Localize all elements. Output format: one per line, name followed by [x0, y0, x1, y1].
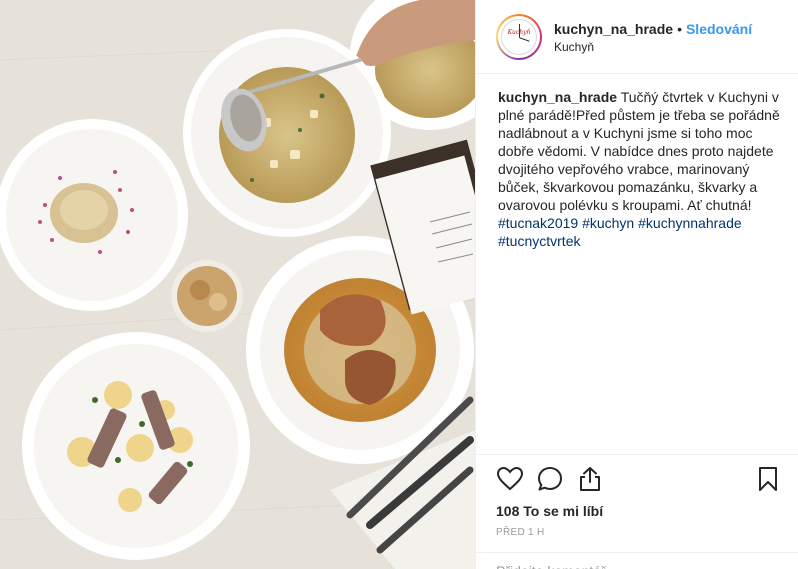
heart-icon[interactable] — [496, 465, 524, 493]
share-icon[interactable] — [576, 465, 604, 493]
post-actions: 108 To se mi líbí PŘED 1 H — [476, 454, 798, 538]
caption: kuchyn_na_hrade Tučňý čtvrtek v Kuchyni … — [476, 74, 798, 454]
hashtag-link[interactable]: #tucnyctvrtek — [498, 233, 580, 249]
post-timestamp[interactable]: PŘED 1 H — [496, 527, 782, 538]
hashtag-link[interactable]: #kuchynnahrade — [638, 215, 742, 231]
post-photo[interactable] — [0, 0, 475, 569]
bookmark-icon[interactable] — [754, 465, 782, 493]
separator-dot: • — [677, 20, 682, 37]
cracklings-glass — [171, 260, 243, 332]
header-username[interactable]: kuchyn_na_hrade — [554, 21, 673, 37]
comment-input[interactable]: Přidejte komentář... — [476, 552, 798, 569]
spread-plate — [0, 119, 188, 311]
hashtag-link[interactable]: #kuchyn — [582, 215, 634, 231]
caption-text: Tučňý čtvrtek v Kuchyni v plné parádě!Př… — [498, 89, 780, 213]
comment-icon[interactable] — [536, 465, 564, 493]
action-icons — [496, 465, 782, 493]
pork-belly-plate — [22, 332, 250, 560]
soup-plate — [183, 29, 391, 237]
hashtag-link[interactable]: #tucnak2019 — [498, 215, 578, 231]
post-location[interactable]: Kuchyň — [554, 40, 752, 54]
avatar[interactable]: Kuchyň — [496, 13, 542, 60]
caption-username[interactable]: kuchyn_na_hrade — [498, 89, 617, 105]
food-photo-illustration — [0, 0, 475, 569]
post-header: Kuchyň kuchyn_na_hrade•Sledování Kuchyň — [476, 0, 798, 74]
likes-count[interactable]: 108 To se mi líbí — [496, 503, 782, 519]
post-side-panel: Kuchyň kuchyn_na_hrade•Sledování Kuchyň … — [475, 0, 798, 569]
clock-logo-icon: Kuchyň — [498, 15, 540, 58]
follow-button[interactable]: Sledování — [686, 21, 752, 37]
header-text: kuchyn_na_hrade • Sledování Kuchyň — [554, 20, 752, 54]
